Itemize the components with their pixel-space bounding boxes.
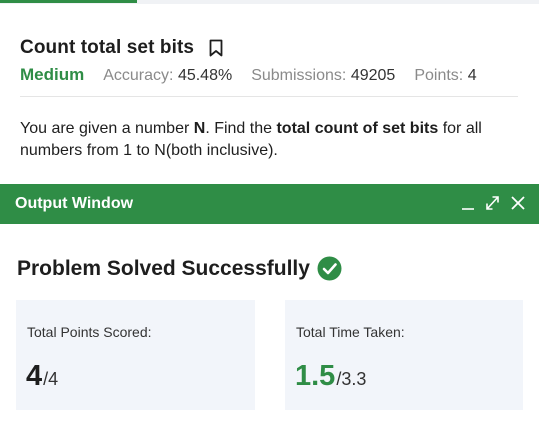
result-header: Problem Solved Successfully <box>17 256 342 281</box>
points-scored-label: Total Points Scored: <box>27 324 152 340</box>
accuracy-label: Accuracy: <box>103 67 174 84</box>
maximize-icon[interactable] <box>484 194 501 212</box>
time-taken-value: 1.5 /3.3 <box>295 360 366 393</box>
time-taken-label: Total Time Taken: <box>296 324 405 340</box>
time-taken-total: /3.3 <box>336 369 367 389</box>
output-window-header: Output Window <box>0 184 539 224</box>
active-tab-indicator <box>0 0 137 3</box>
points-value: 4 <box>467 67 477 84</box>
statement-bold: total count of set bits <box>276 120 439 137</box>
submissions-label: Submissions: <box>251 67 347 84</box>
submissions-value: 49205 <box>350 67 396 84</box>
points: Points: 4 <box>414 67 476 85</box>
statement-n: N <box>193 120 206 137</box>
points-scored-number: 4 <box>26 360 43 392</box>
minimize-icon[interactable] <box>461 190 475 217</box>
statement-text-1: You are given a number <box>20 120 194 137</box>
submissions: Submissions: 49205 <box>251 67 395 85</box>
problem-statement: You are given a number N. Find the total… <box>20 118 520 162</box>
time-taken-number: 1.5 <box>295 360 336 392</box>
output-window-title: Output Window <box>15 195 134 212</box>
time-taken-card: Total Time Taken: 1.5 /3.3 <box>285 300 523 410</box>
problem-title: Count total set bits <box>20 37 195 58</box>
problem-meta: Medium Accuracy: 45.48% Submissions: 492… <box>20 65 477 85</box>
problem-header: Count total set bits <box>20 37 223 59</box>
statement-text-2: . Find the <box>205 120 277 137</box>
divider <box>20 96 518 97</box>
points-scored-value: 4 /4 <box>26 360 58 393</box>
check-circle-icon <box>317 256 342 281</box>
accuracy: Accuracy: 45.48% <box>103 67 232 85</box>
bookmark-icon[interactable] <box>209 39 223 57</box>
result-title: Problem Solved Successfully <box>17 256 310 280</box>
points-label: Points: <box>414 67 464 84</box>
points-scored-total: /4 <box>43 369 59 389</box>
difficulty-badge: Medium <box>20 65 85 84</box>
close-icon[interactable] <box>509 194 527 212</box>
accuracy-value: 45.48% <box>177 67 233 84</box>
points-scored-card: Total Points Scored: 4 /4 <box>16 300 255 410</box>
